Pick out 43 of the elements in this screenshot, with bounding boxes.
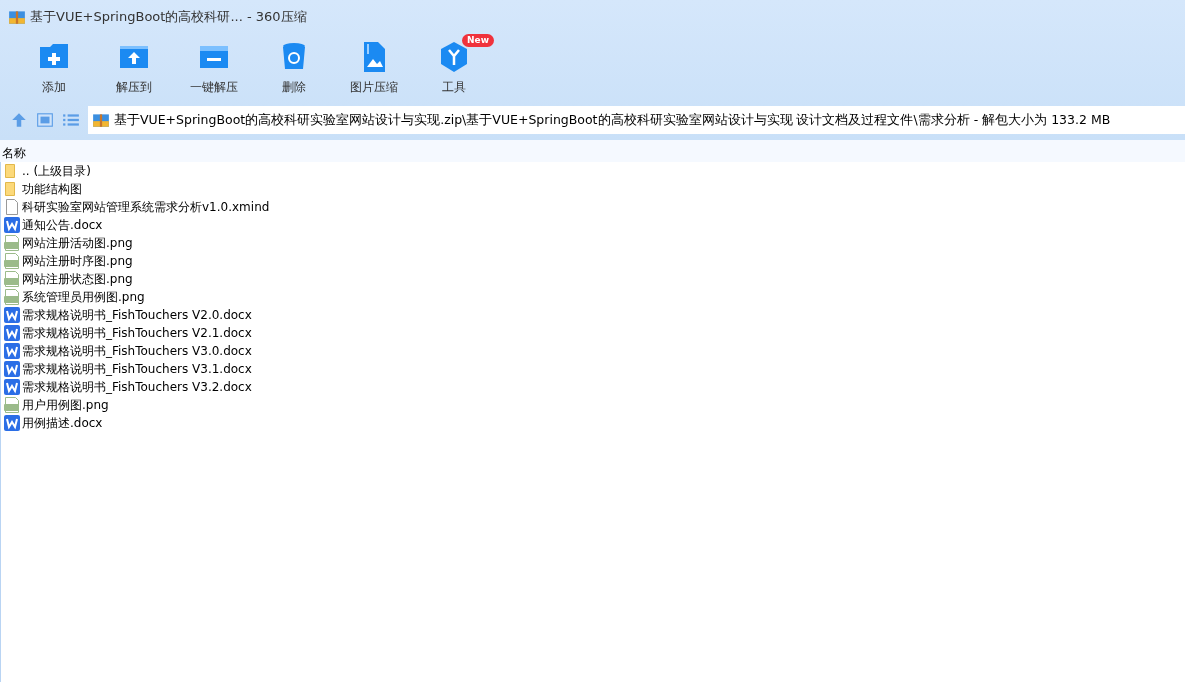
word-document-icon [4, 325, 20, 341]
file-name[interactable]: 科研实验室网站管理系统需求分析v1.0.xmind [22, 198, 270, 216]
image-file-icon [4, 253, 20, 269]
file-name[interactable]: 需求规格说明书_FishTouchers V3.2.docx [22, 378, 252, 396]
file-name[interactable]: 通知公告.docx [22, 216, 103, 234]
file-name[interactable]: 用例描述.docx [22, 414, 103, 432]
file-name[interactable]: 需求规格说明书_FishTouchers V2.0.docx [22, 306, 252, 324]
toolbar-button[interactable]: 工具 New [414, 34, 494, 100]
file-name[interactable]: .. (上级目录) [22, 162, 91, 180]
toolbar-button[interactable]: 删除 [254, 34, 334, 100]
word-document-icon [4, 415, 20, 431]
word-document-icon [4, 361, 20, 377]
file-icon [4, 199, 20, 215]
address-field[interactable]: 基于VUE+SpringBoot的高校科研实验室网站设计与实现.zip\基于VUE+SpringBoot的高校科研实验室网站设计与实现 设计文档及过程文件\需求分析 - 解包大小为 133.2 MB [88, 106, 1185, 134]
word-document-icon [4, 379, 20, 395]
word-document-icon [4, 217, 20, 233]
file-name[interactable]: 功能结构图 [22, 180, 82, 198]
archive-icon [8, 8, 26, 26]
panel-icon [36, 111, 54, 129]
file-name[interactable]: 需求规格说明书_FishTouchers V3.0.docx [22, 342, 252, 360]
word-document-icon [4, 307, 20, 323]
image-file-icon [4, 289, 20, 305]
toolbar-button[interactable]: 图片压缩 [334, 34, 414, 100]
file-name[interactable]: 需求规格说明书_FishTouchers V3.1.docx [22, 360, 252, 378]
toolbar-button[interactable]: 一键解压 [174, 34, 254, 100]
list-view-icon [62, 111, 80, 129]
file-name[interactable]: 网站注册状态图.png [22, 270, 133, 288]
file-name[interactable]: 需求规格说明书_FishTouchers V2.1.docx [22, 324, 252, 342]
file-name[interactable]: 网站注册时序图.png [22, 252, 133, 270]
window-title: 基于VUE+SpringBoot的高校科研... - 360压缩 [30, 8, 307, 27]
new-badge: New [462, 34, 494, 47]
toolbar-button[interactable]: 解压到 [94, 34, 174, 100]
file-name[interactable]: 用户用例图.png [22, 396, 109, 414]
image-file-icon [4, 397, 20, 413]
image-file-icon [4, 235, 20, 251]
word-document-icon [4, 343, 20, 359]
file-name[interactable]: 系统管理员用例图.png [22, 288, 145, 306]
toolbar-button[interactable]: 添加 [14, 34, 94, 100]
up-arrow-icon [10, 111, 28, 129]
file-name[interactable]: 网站注册活动图.png [22, 234, 133, 252]
column-header[interactable]: 名称 [2, 146, 26, 160]
archive-icon [92, 111, 110, 129]
image-file-icon [4, 271, 20, 287]
